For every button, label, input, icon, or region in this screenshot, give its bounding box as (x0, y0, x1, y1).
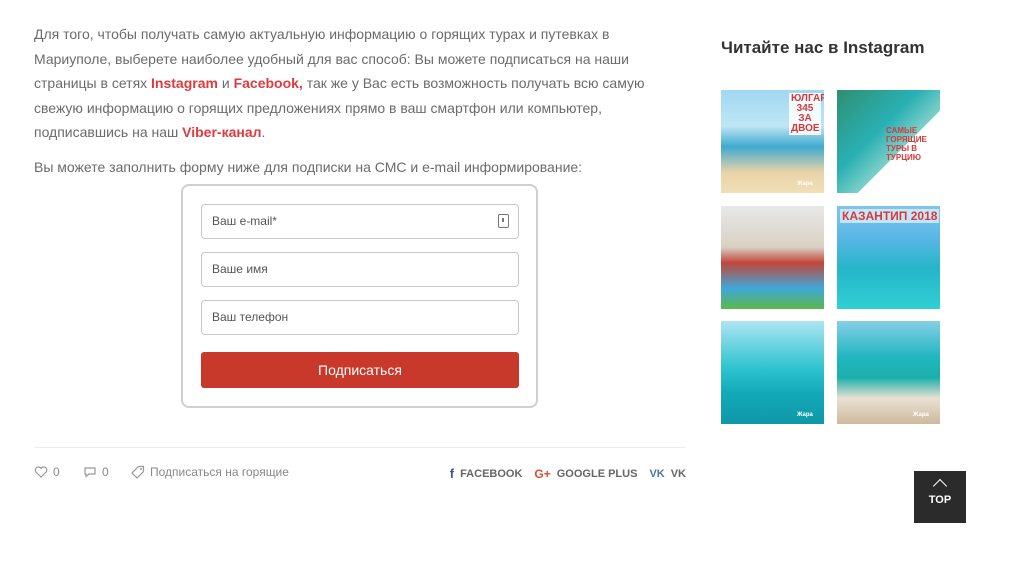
intro-text-end: . (261, 124, 266, 140)
share-vk-label: VK (670, 467, 686, 480)
phone-field[interactable]: Ваш телефон (201, 300, 519, 335)
comment-icon (84, 467, 96, 478)
tag-icon (131, 465, 145, 479)
google-plus-icon: G+ (534, 466, 551, 481)
name-placeholder: Ваше имя (212, 262, 268, 276)
likes-counter[interactable]: 0 (34, 465, 60, 479)
tile-caption: КАЗАНТИП 2018 (840, 209, 940, 223)
instagram-widget-title: Читайте нас в Instagram (721, 38, 925, 57)
divider (34, 447, 686, 448)
share-facebook[interactable]: f FACEBOOK (450, 466, 523, 481)
instagram-photo[interactable]: Жара (837, 321, 940, 424)
form-intro-paragraph: Вы можете заполнить форму ниже для подпи… (34, 158, 583, 175)
tile-caption: САМЫЕ ГОРЯЩИЕ ТУРЫ В ТУРЦИЮ (886, 126, 927, 162)
share-vk[interactable]: VK VK (649, 468, 686, 480)
instagram-photo[interactable]: КАЗАНТИП 2018 (837, 206, 940, 309)
instagram-link[interactable]: Instagram (151, 75, 218, 91)
facebook-icon: f (449, 466, 455, 481)
subscribe-form: Ваш e-mail* Ваше имя Ваш телефон Подписа… (181, 184, 538, 408)
instagram-photo[interactable] (721, 206, 824, 309)
instagram-photo[interactable]: САМЫЕ ГОРЯЩИЕ ТУРЫ В ТУРЦИЮ Жара (837, 90, 940, 193)
share-facebook-label: FACEBOOK (460, 467, 523, 480)
zhara-badge: Жара (797, 181, 813, 187)
subscribe-hot-label: Подписаться на горящие (150, 465, 289, 479)
zhara-badge: Жара (913, 412, 929, 418)
phone-placeholder: Ваш телефон (212, 310, 289, 324)
email-field[interactable]: Ваш e-mail* (201, 204, 519, 239)
subscribe-button[interactable]: Подписаться (201, 352, 519, 388)
heart-icon (34, 466, 48, 478)
zhara-badge: Жара (797, 412, 813, 418)
contact-card-icon (498, 214, 509, 228)
instagram-photo[interactable]: ЮЛГАР 345 ЗА ДВОЕ Жара (721, 90, 824, 193)
scroll-top-label: TOP (928, 494, 952, 506)
share-google-label: GOOGLE PLUS (556, 467, 638, 480)
scroll-top-button[interactable]: TOP (914, 471, 966, 523)
share-bar: f FACEBOOK G+ GOOGLE PLUS VK VK (438, 466, 686, 481)
facebook-link[interactable]: Facebook, (234, 75, 303, 91)
tile-caption: ЮЛГАР 345 ЗА ДВОЕ (789, 93, 824, 135)
name-field[interactable]: Ваше имя (201, 252, 519, 287)
instagram-photo[interactable]: Жара (721, 321, 824, 424)
intro-paragraph: Для того, чтобы получать самую актуальну… (34, 22, 686, 145)
viber-link[interactable]: Viber-канал (182, 124, 261, 140)
subscribe-hot-link[interactable]: Подписаться на горящие (131, 465, 289, 479)
intro-text-and: и (217, 75, 234, 91)
comments-counter[interactable]: 0 (83, 465, 109, 479)
zhara-badge: Жара (913, 181, 929, 187)
chevron-up-icon (932, 478, 948, 494)
vk-icon: VK (649, 467, 665, 480)
email-placeholder: Ваш e-mail* (212, 214, 277, 228)
share-google-plus[interactable]: G+ GOOGLE PLUS (534, 467, 637, 481)
likes-count: 0 (53, 465, 60, 479)
comments-count: 0 (102, 465, 109, 479)
article-content: Для того, чтобы получать самую актуальну… (34, 22, 686, 179)
